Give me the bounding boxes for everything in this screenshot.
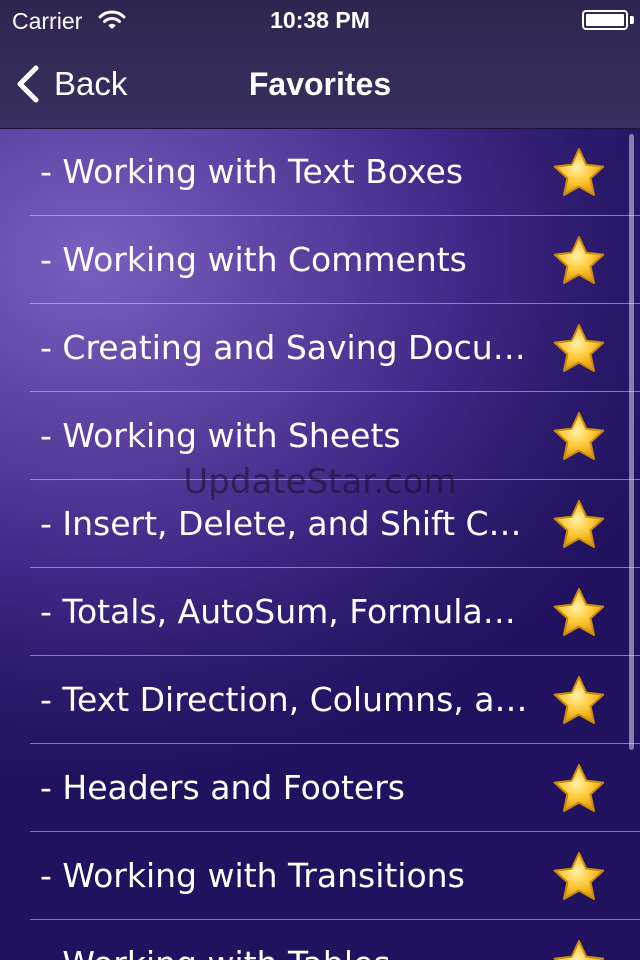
star-icon[interactable] bbox=[551, 938, 607, 960]
list-item-label: - Totals, AutoSum, Formulas, and Functio… bbox=[40, 592, 530, 631]
star-icon[interactable] bbox=[551, 850, 607, 904]
list-item-label: - Working with Comments bbox=[40, 240, 467, 279]
list-item-label: - Creating and Saving Documents bbox=[40, 328, 530, 367]
navigation-bar: Back Favorites bbox=[0, 40, 640, 128]
list-item[interactable]: - Working with Sheets bbox=[0, 392, 640, 480]
battery-level bbox=[586, 14, 624, 26]
list-item[interactable]: - Working with Comments bbox=[0, 216, 640, 304]
battery-tip bbox=[630, 16, 634, 24]
page-title: Favorites bbox=[248, 66, 392, 102]
status-time: 10:38 PM bbox=[270, 7, 370, 33]
list-item[interactable]: - Working with Transitions bbox=[0, 832, 640, 920]
list-item[interactable]: - Working with Text Boxes bbox=[0, 128, 640, 216]
list-item-label: - Headers and Footers bbox=[40, 768, 405, 807]
list-item[interactable]: - Creating and Saving Documents bbox=[0, 304, 640, 392]
star-icon[interactable] bbox=[551, 674, 607, 728]
list-item-label: - Insert, Delete, and Shift Cells bbox=[40, 504, 530, 543]
list-item-label: - Text Direction, Columns, and Sections bbox=[40, 680, 530, 719]
list-item[interactable]: - Insert, Delete, and Shift Cells bbox=[0, 480, 640, 568]
scrollbar[interactable] bbox=[629, 134, 634, 750]
list-item[interactable]: - Headers and Footers bbox=[0, 744, 640, 832]
star-icon[interactable] bbox=[551, 234, 607, 288]
star-icon[interactable] bbox=[551, 146, 607, 200]
favorites-list[interactable]: - Working with Text Boxes - Working with … bbox=[0, 128, 640, 960]
list-item[interactable]: - Text Direction, Columns, and Sections bbox=[0, 656, 640, 744]
list-item-label: - Working with Tables bbox=[40, 942, 530, 960]
list-item[interactable]: - Working with Tables bbox=[0, 920, 640, 960]
list-item[interactable]: - Totals, AutoSum, Formulas, and Functio… bbox=[0, 568, 640, 656]
star-icon[interactable] bbox=[551, 498, 607, 552]
top-bar: Carrier 10:38 PM Back Favorites bbox=[0, 0, 640, 129]
favorites-screen: Carrier 10:38 PM Back Favorites - Workin… bbox=[0, 0, 640, 960]
list-item-label: - Working with Transitions bbox=[40, 856, 465, 895]
list-item-label: - Working with Text Boxes bbox=[40, 152, 464, 191]
list-item-label: - Working with Sheets bbox=[40, 416, 401, 455]
status-bar: Carrier 10:38 PM bbox=[0, 0, 640, 40]
star-icon[interactable] bbox=[551, 762, 607, 816]
star-icon[interactable] bbox=[551, 322, 607, 376]
star-icon[interactable] bbox=[551, 586, 607, 640]
star-icon[interactable] bbox=[551, 410, 607, 464]
battery-icon bbox=[582, 10, 628, 30]
